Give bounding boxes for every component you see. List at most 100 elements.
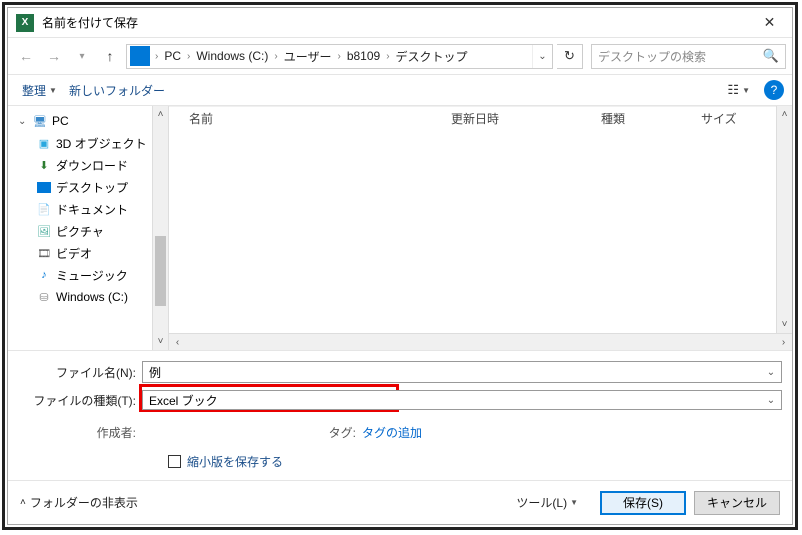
breadcrumb-users[interactable]: ユーザー xyxy=(280,48,336,65)
tree-item-drive-c[interactable]: ⛁ Windows (C:) ⌄ xyxy=(14,286,168,308)
chevron-down-icon: ▼ xyxy=(49,86,57,95)
filelist-vertical-scrollbar[interactable]: ˄ ˅ xyxy=(776,106,792,333)
scroll-down-icon[interactable]: ˅ xyxy=(777,316,792,333)
file-list-body[interactable] xyxy=(169,130,792,350)
tree-label: ピクチャ xyxy=(56,223,104,240)
titlebar: X 名前を付けて保存 ✕ xyxy=(8,8,792,38)
scrollbar-thumb[interactable] xyxy=(155,236,166,306)
video-icon: 🎞 xyxy=(36,245,52,261)
tree-item-documents[interactable]: 📄 ドキュメント xyxy=(14,198,168,220)
chevron-right-icon[interactable]: › xyxy=(384,51,391,62)
pc-icon xyxy=(130,46,150,66)
document-icon: 📄 xyxy=(36,201,52,217)
desktop-icon xyxy=(36,179,52,195)
main-split: ⌄ 🖥 PC ▣ 3D オブジェクト ⬇ ダウンロード デスクトップ xyxy=(8,106,792,350)
breadcrumb-drive[interactable]: Windows (C:) xyxy=(192,49,272,63)
filename-input[interactable]: 例 ⌄ xyxy=(142,361,782,383)
column-type[interactable]: 種類 xyxy=(595,110,695,127)
up-button[interactable]: ↑ xyxy=(98,44,122,68)
chevron-right-icon[interactable]: › xyxy=(185,51,192,62)
toolbar: 整理 ▼ 新しいフォルダー ☷ ▼ ? xyxy=(8,74,792,106)
sidebar-scrollbar[interactable]: ˄ ˅ xyxy=(152,106,168,350)
tree-item-3d-objects[interactable]: ▣ 3D オブジェクト xyxy=(14,132,168,154)
tree-item-videos[interactable]: 🎞 ビデオ xyxy=(14,242,168,264)
organize-menu[interactable]: 整理 ▼ xyxy=(16,79,63,102)
save-button[interactable]: 保存(S) xyxy=(600,491,686,515)
scroll-right-icon[interactable]: › xyxy=(775,334,792,350)
view-options-button[interactable]: ☷ ▼ xyxy=(721,79,756,101)
collapse-icon[interactable]: ⌄ xyxy=(18,116,28,127)
author-input[interactable] xyxy=(142,421,322,443)
column-name[interactable]: 名前 xyxy=(183,110,445,127)
cancel-button-label: キャンセル xyxy=(707,494,767,511)
tree-item-desktop[interactable]: デスクトップ xyxy=(14,176,168,198)
filename-label: ファイル名(N): xyxy=(18,364,142,381)
forward-button[interactable]: → xyxy=(42,44,66,68)
folder-tree: ⌄ 🖥 PC ▣ 3D オブジェクト ⬇ ダウンロード デスクトップ xyxy=(8,106,168,350)
save-button-label: 保存(S) xyxy=(623,494,663,511)
filetype-select[interactable]: Excel ブック ⌄ xyxy=(142,390,782,410)
tree-label: ダウンロード xyxy=(56,157,128,174)
chevron-right-icon[interactable]: › xyxy=(335,51,342,62)
breadcrumb-user[interactable]: b8109 xyxy=(343,49,384,63)
tree-item-pictures[interactable]: 🖼 ピクチャ xyxy=(14,220,168,242)
new-folder-button[interactable]: 新しいフォルダー xyxy=(63,79,171,102)
search-input[interactable]: デスクトップの検索 🔍 xyxy=(591,44,786,69)
recent-dropdown-icon[interactable]: ▾ xyxy=(70,44,94,68)
back-button[interactable]: ← xyxy=(14,44,38,68)
tree-label: ミュージック xyxy=(56,267,128,284)
tree-item-pc[interactable]: ⌄ 🖥 PC xyxy=(14,110,168,132)
tag-add-link[interactable]: タグの追加 xyxy=(362,424,422,441)
tag-label: タグ: xyxy=(322,424,362,441)
chevron-right-icon[interactable]: › xyxy=(153,51,160,62)
chevron-down-icon: ▼ xyxy=(742,86,750,95)
filelist-horizontal-scrollbar[interactable]: ‹ › xyxy=(169,333,792,350)
column-size[interactable]: サイズ xyxy=(695,110,745,127)
address-bar[interactable]: › PC › Windows (C:) › ユーザー › b8109 › デスク… xyxy=(126,44,553,69)
refresh-button[interactable]: ↻ xyxy=(557,44,583,69)
scroll-up-icon[interactable]: ˄ xyxy=(777,106,792,123)
dialog-footer: ˄ フォルダーの非表示 ツール(L) ▼ 保存(S) キャンセル xyxy=(8,480,792,524)
hide-folders-toggle[interactable]: ˄ フォルダーの非表示 xyxy=(20,494,138,511)
save-form: ファイル名(N): 例 ⌄ ファイルの種類(T): Excel ブック ⌄ 作成… xyxy=(8,350,792,480)
breadcrumb-desktop[interactable]: デスクトップ xyxy=(392,48,472,65)
column-headers: 名前 更新日時 種類 サイズ xyxy=(169,106,792,130)
hide-folders-label: フォルダーの非表示 xyxy=(30,494,138,511)
download-icon: ⬇ xyxy=(36,157,52,173)
view-list-icon: ☷ xyxy=(727,82,739,98)
nav-row: ← → ▾ ↑ › PC › Windows (C:) › ユーザー › b81… xyxy=(8,38,792,74)
pc-icon: 🖥 xyxy=(32,113,48,129)
author-label: 作成者: xyxy=(18,424,142,441)
help-button[interactable]: ? xyxy=(764,80,784,100)
filename-value: 例 xyxy=(149,364,161,381)
excel-app-icon: X xyxy=(16,14,34,32)
scroll-up-icon[interactable]: ˄ xyxy=(153,106,168,123)
window-title: 名前を付けて保存 xyxy=(42,14,138,31)
tree-label: PC xyxy=(52,114,69,128)
search-placeholder: デスクトップの検索 xyxy=(598,48,706,65)
filename-dropdown-icon[interactable]: ⌄ xyxy=(763,364,779,380)
tree-label: ドキュメント xyxy=(56,201,128,218)
chevron-down-icon: ▼ xyxy=(570,498,578,507)
scroll-left-icon[interactable]: ‹ xyxy=(169,334,186,350)
filetype-dropdown-icon[interactable]: ⌄ xyxy=(763,393,779,407)
tree-item-downloads[interactable]: ⬇ ダウンロード xyxy=(14,154,168,176)
cancel-button[interactable]: キャンセル xyxy=(694,491,780,515)
tree-label: ビデオ xyxy=(56,245,92,262)
chevron-right-icon[interactable]: › xyxy=(272,51,279,62)
column-date[interactable]: 更新日時 xyxy=(445,110,595,127)
save-thumbnail-checkbox[interactable] xyxy=(168,455,181,468)
filetype-label: ファイルの種類(T): xyxy=(18,392,142,409)
close-button[interactable]: ✕ xyxy=(747,14,792,31)
save-thumbnail-label[interactable]: 縮小版を保存する xyxy=(187,453,283,470)
tools-menu[interactable]: ツール(L) ▼ xyxy=(502,494,592,511)
tree-item-music[interactable]: ♪ ミュージック xyxy=(14,264,168,286)
search-icon[interactable]: 🔍 xyxy=(763,48,779,64)
pictures-icon: 🖼 xyxy=(36,223,52,239)
scroll-down-icon[interactable]: ˅ xyxy=(153,333,168,350)
tree-label: Windows (C:) xyxy=(56,290,128,304)
breadcrumb-pc[interactable]: PC xyxy=(160,49,185,63)
address-dropdown-icon[interactable]: ⌄ xyxy=(532,45,552,68)
chevron-up-icon: ˄ xyxy=(20,497,26,508)
organize-label: 整理 xyxy=(22,82,46,99)
